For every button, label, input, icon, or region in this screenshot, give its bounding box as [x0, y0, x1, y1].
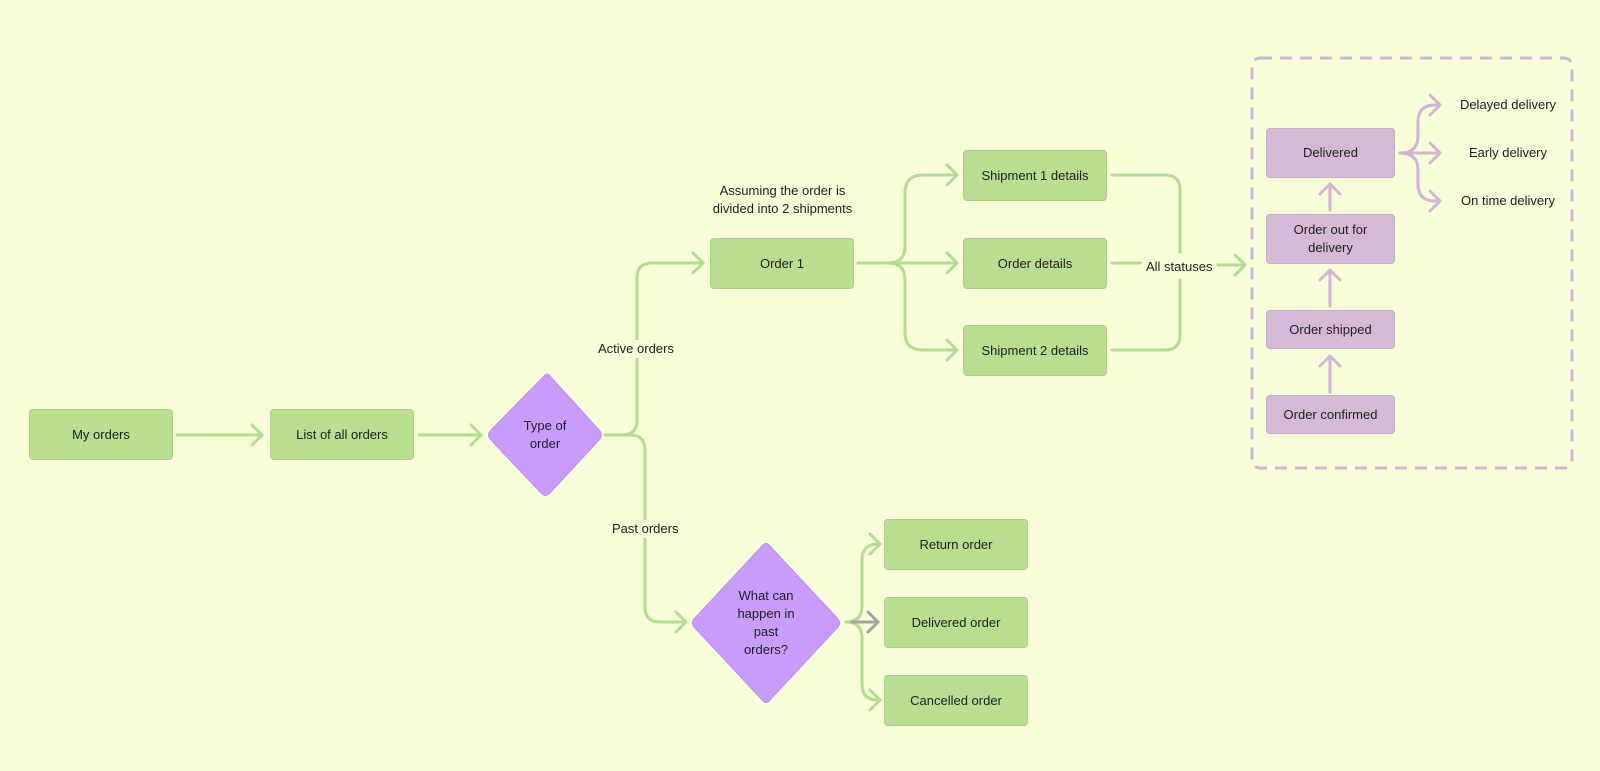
- node-cancelled-order[interactable]: Cancelled order: [884, 675, 1028, 726]
- edge-order1-to-shipment1: [886, 173, 959, 265]
- decision-type-of-order[interactable]: Type of order: [487, 373, 603, 497]
- decision-what-can-happen[interactable]: What can happen in past orders?: [691, 543, 841, 703]
- node-my-orders[interactable]: My orders: [29, 409, 173, 460]
- edge-past-to-cancelled: [844, 620, 882, 702]
- outcome-early-delivery: Early delivery: [1468, 145, 1548, 160]
- decision-label: What can happen in past orders?: [737, 588, 795, 657]
- node-label: Return order: [919, 536, 993, 552]
- edge-label-all-statuses: All statuses: [1143, 258, 1216, 276]
- node-label: Order 1: [759, 255, 805, 271]
- edge-shipment2-merge: [1110, 278, 1182, 352]
- edge-shipment1-merge: [1110, 173, 1182, 254]
- node-label: My orders: [72, 426, 130, 442]
- node-label: Cancelled order: [910, 692, 1002, 708]
- node-label: Order details: [997, 255, 1073, 271]
- node-label: Order out for delivery: [1293, 222, 1368, 255]
- node-label: Order confirmed: [1283, 406, 1378, 422]
- status-node-order-shipped[interactable]: Order shipped: [1266, 310, 1395, 349]
- node-return-order[interactable]: Return order: [884, 519, 1028, 570]
- node-delivered-order[interactable]: Delivered order: [884, 597, 1028, 648]
- status-node-delivered[interactable]: Delivered: [1266, 128, 1395, 178]
- node-label: Delivered order: [911, 614, 1001, 630]
- node-order-details[interactable]: Order details: [963, 238, 1107, 289]
- edge-order1-to-shipment2: [886, 261, 959, 352]
- node-label: Shipment 1 details: [981, 167, 1089, 183]
- node-shipment-2-details[interactable]: Shipment 2 details: [963, 325, 1107, 376]
- status-node-out-for-delivery[interactable]: Order out for delivery: [1266, 214, 1395, 264]
- outcome-on-time-delivery: On time delivery: [1461, 193, 1555, 208]
- node-label: List of all orders: [296, 426, 388, 442]
- node-list-of-all-orders[interactable]: List of all orders: [270, 409, 414, 460]
- node-label: Shipment 2 details: [981, 342, 1089, 358]
- decision-label: Type of order: [523, 418, 567, 451]
- annotation-shipment-note: Assuming the order is divided into 2 shi…: [712, 183, 853, 216]
- edge-label-past-orders: Past orders: [609, 520, 682, 538]
- edge-past-to-return: [844, 542, 882, 624]
- outcome-delayed-delivery: Delayed delivery: [1459, 97, 1557, 112]
- edge-label-active-orders: Active orders: [595, 340, 677, 358]
- node-label: Delivered: [1303, 145, 1358, 160]
- node-order-1[interactable]: Order 1: [710, 238, 854, 289]
- status-node-order-confirmed[interactable]: Order confirmed: [1266, 395, 1395, 434]
- node-shipment-1-details[interactable]: Shipment 1 details: [963, 150, 1107, 201]
- node-label: Order shipped: [1289, 321, 1372, 337]
